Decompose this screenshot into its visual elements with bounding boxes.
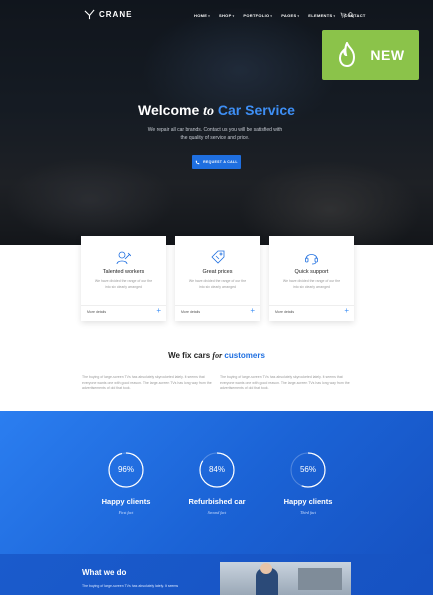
nav-item-shop[interactable]: SHOP ▾	[219, 13, 234, 18]
feature-cards: Talented workers We have divided the ran…	[81, 236, 354, 321]
fix-section-title: We fix cars for customers	[0, 351, 433, 360]
stat-value: 56%	[299, 465, 316, 474]
stat-value: 96%	[117, 465, 134, 474]
hero-title-accent: Car Service	[214, 102, 295, 118]
headset-icon	[305, 254, 318, 265]
card-title: Quick support	[294, 269, 329, 275]
card-text: We have divided the range of our the int…	[94, 279, 153, 289]
divider	[81, 305, 166, 306]
stat-label: Happy clients	[101, 497, 151, 506]
what-we-do-text: The buying of large-screen TVs has absol…	[82, 584, 179, 588]
fire-icon	[339, 42, 356, 68]
brand-logo[interactable]: CRANE	[84, 9, 132, 20]
card-title: Great prices	[202, 269, 233, 275]
chevron-down-icon: ▾	[208, 13, 211, 18]
feature-card[interactable]: Talented workers We have divided the ran…	[81, 236, 166, 321]
plus-icon[interactable]: +	[156, 307, 161, 315]
cart-icon[interactable]	[340, 12, 346, 18]
hero-title-part: Welcome	[138, 102, 204, 118]
nav-label: HOME	[194, 13, 208, 18]
more-details-link[interactable]: More details	[181, 310, 200, 314]
stats-section: 96% Happy clients First fact 84% Refurbi…	[0, 411, 433, 554]
fix-text-left: The buying of large-screen TVs has absol…	[82, 375, 212, 390]
nav-item-home[interactable]: HOME ▾	[194, 13, 210, 18]
hero-subtitle: We repair all car brands. Contact us you…	[147, 127, 283, 141]
nav-item-portfolio[interactable]: PORTFOLIO ▾	[243, 13, 272, 18]
fix-title-accent: customers	[222, 351, 265, 360]
worker-head-shape	[260, 563, 272, 574]
new-badge: NEW	[322, 30, 419, 80]
plus-icon[interactable]: +	[250, 307, 255, 315]
stat-label: Happy clients	[283, 497, 333, 506]
what-we-do-title: What we do	[82, 568, 127, 577]
hero-title: Welcome to Car Service	[0, 102, 433, 120]
hero-title-italic: to	[203, 104, 215, 119]
nav-label: PAGES	[281, 13, 297, 18]
stat-sub: Second fact	[207, 510, 227, 515]
chevron-down-icon: ▾	[232, 13, 235, 18]
divider	[175, 305, 260, 306]
stat-sub: First fact	[118, 510, 134, 515]
brand-name: CRANE	[99, 10, 133, 19]
stat-item: 56% Happy clients Third fact	[268, 451, 348, 515]
nav-label: PORTFOLIO	[243, 13, 270, 18]
feature-card[interactable]: Great prices We have divided the range o…	[175, 236, 260, 321]
stat-value: 84%	[208, 465, 225, 474]
stat-item: 84% Refurbished car Second fact	[177, 451, 257, 515]
nav-label: ELEMENTS	[308, 13, 333, 18]
more-details-link[interactable]: More details	[87, 310, 106, 314]
what-we-do-section	[0, 554, 433, 595]
request-call-button[interactable]: REQUEST A CALL	[192, 155, 241, 169]
crane-logo-icon	[84, 9, 95, 20]
stat-item: 96% Happy clients First fact	[86, 451, 166, 515]
card-title: Talented workers	[102, 269, 145, 275]
stat-sub: Third fact	[300, 510, 316, 515]
feature-card[interactable]: Quick support We have divided the range …	[269, 236, 354, 321]
fix-title-part: We fix cars	[168, 351, 213, 360]
fix-text-right: The buying of large-screen TVs has absol…	[220, 375, 350, 390]
request-call-label: REQUEST A CALL	[203, 160, 238, 164]
plus-icon[interactable]: +	[344, 307, 349, 315]
search-icon[interactable]	[348, 12, 354, 18]
worker-icon	[116, 251, 131, 265]
chevron-down-icon: ▾	[333, 13, 336, 18]
new-badge-label: NEW	[370, 47, 405, 63]
phone-icon	[195, 160, 200, 164]
fix-title-italic: for	[212, 351, 223, 360]
price-tag-icon	[211, 250, 225, 264]
progress-ring: 96%	[107, 451, 145, 489]
progress-ring: 84%	[198, 451, 236, 489]
chevron-down-icon: ▾	[297, 13, 300, 18]
chevron-down-icon: ▾	[270, 13, 273, 18]
card-text: We have divided the range of our the int…	[282, 279, 341, 289]
mechanic-photo	[220, 562, 351, 595]
divider	[269, 305, 354, 306]
nav-item-elements[interactable]: ELEMENTS ▾	[308, 13, 335, 18]
shelf-shape	[298, 568, 342, 590]
more-details-link[interactable]: More details	[275, 310, 294, 314]
nav-label: SHOP	[219, 13, 232, 18]
stat-label: Refurbished car	[188, 497, 246, 506]
progress-ring: 56%	[289, 451, 327, 489]
card-text: We have divided the range of our the int…	[188, 279, 247, 289]
nav-item-pages[interactable]: PAGES ▾	[281, 13, 299, 18]
